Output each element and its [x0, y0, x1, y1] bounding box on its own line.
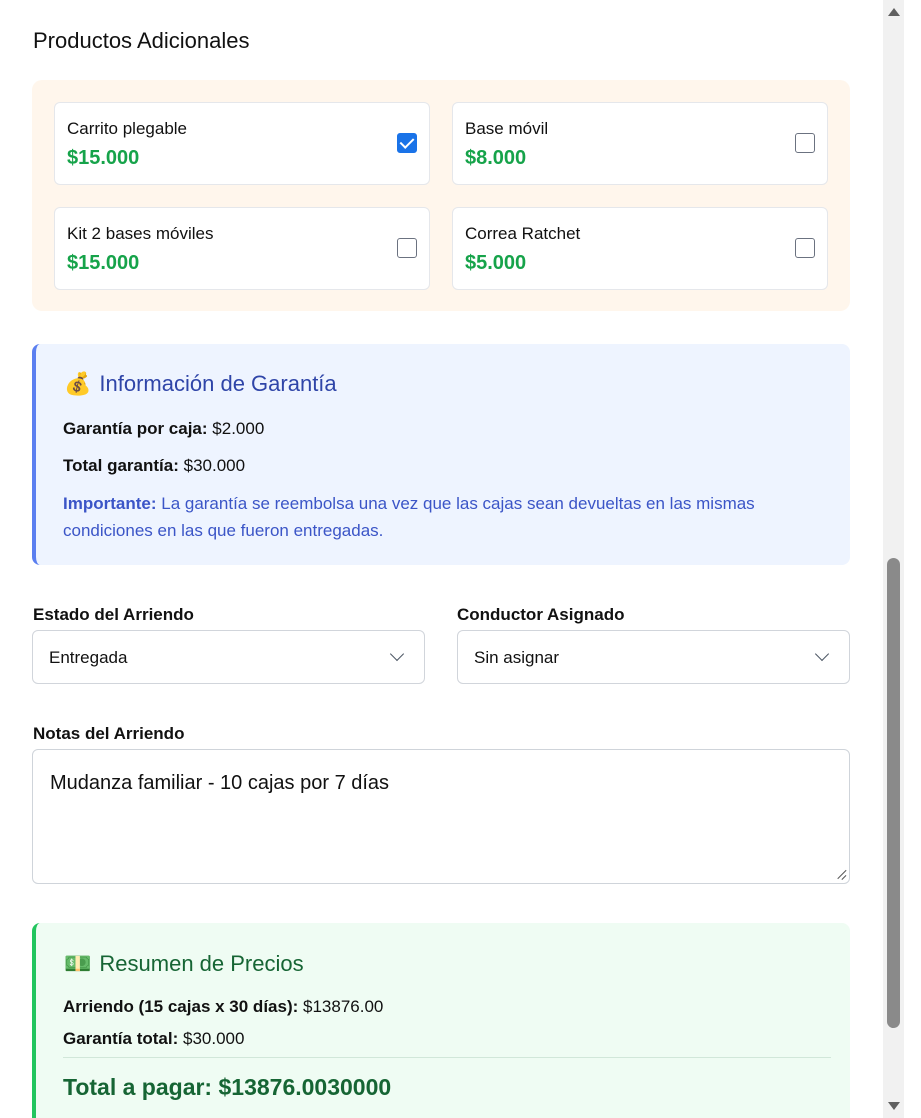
notes-textarea[interactable]: Mudanza familiar - 10 cajas por 7 días — [32, 749, 850, 884]
guarantee-title-text: Información de Garantía — [99, 371, 337, 396]
guarantee-per-box: Garantía por caja: $2.000 — [63, 419, 264, 439]
price-summary-box: 💵 Resumen de Precios Arriendo (15 cajas x… — [32, 923, 850, 1118]
summary-title: 💵 Resumen de Precios — [64, 951, 304, 977]
guarantee-note-label: Importante: — [63, 494, 157, 513]
notes-textarea-value: Mudanza familiar - 10 cajas por 7 días — [50, 772, 390, 794]
products-grid: Carrito plegable $15.000 Base móvil $8.0… — [32, 80, 850, 311]
product-name: Correa Ratchet — [465, 224, 581, 243]
scroll-up-arrow-icon[interactable] — [888, 8, 900, 16]
product-price: $15.000 — [67, 252, 140, 274]
driver-select-value: Sin asignar — [474, 648, 560, 667]
summary-title-text: Resumen de Precios — [99, 951, 304, 976]
product-card-base-movil[interactable]: Base móvil $8.000 — [452, 102, 828, 185]
summary-guarantee-label: Garantía total: — [63, 1029, 179, 1048]
chevron-down-icon — [814, 646, 830, 662]
summary-guarantee-line: Garantía total: $30.000 — [63, 1029, 244, 1049]
driver-label: Conductor Asignado — [457, 605, 625, 624]
guarantee-total: Total garantía: $30.000 — [63, 456, 245, 476]
status-label: Estado del Arriendo — [33, 605, 194, 624]
product-price: $8.000 — [465, 147, 527, 169]
guarantee-per-box-value: $2.000 — [212, 419, 265, 438]
product-checkbox-kit-2-bases[interactable] — [397, 238, 417, 258]
product-card-correa-ratchet[interactable]: Correa Ratchet $5.000 — [452, 207, 828, 290]
guarantee-title: 💰 Información de Garantía — [64, 371, 337, 397]
summary-rental-value: $13876.00 — [303, 997, 384, 1016]
guarantee-important-note: Importante: La garantía se reembolsa una… — [63, 490, 833, 544]
page-gutter — [904, 0, 921, 1118]
notes-label: Notas del Arriendo — [33, 724, 185, 743]
chevron-down-icon — [389, 646, 405, 662]
resize-grip-icon[interactable] — [834, 868, 846, 880]
summary-total-label: Total a pagar: — [63, 1074, 213, 1100]
product-card-kit-2-bases[interactable]: Kit 2 bases móviles $15.000 — [54, 207, 430, 290]
summary-total: Total a pagar: $13876.0030000 — [63, 1074, 391, 1101]
summary-rental-label: Arriendo (15 cajas x 30 días): — [63, 997, 299, 1016]
product-price: $15.000 — [67, 147, 140, 169]
guarantee-total-label: Total garantía: — [63, 456, 179, 475]
guarantee-note-text: La garantía se reembolsa una vez que las… — [63, 494, 755, 540]
scroll-down-arrow-icon[interactable] — [888, 1102, 900, 1110]
products-section-title: Productos Adicionales — [33, 28, 250, 53]
banknote-icon: 💵 — [64, 951, 92, 976]
summary-total-value: $13876.0030000 — [218, 1074, 392, 1100]
guarantee-total-value: $30.000 — [183, 456, 246, 475]
guarantee-info-box: 💰 Información de Garantía Garantía por ca… — [32, 344, 850, 565]
vertical-scrollbar[interactable] — [883, 0, 904, 1118]
summary-divider — [63, 1057, 831, 1058]
summary-guarantee-value: $30.000 — [182, 1029, 245, 1048]
guarantee-per-box-label: Garantía por caja: — [63, 419, 208, 438]
product-name: Kit 2 bases móviles — [67, 224, 214, 243]
product-checkbox-base-movil[interactable] — [795, 133, 815, 153]
scrollbar-thumb[interactable] — [887, 558, 900, 1028]
status-select-value: Entregada — [49, 648, 128, 667]
rental-form-modal: Productos Adicionales Carrito plegable $… — [0, 0, 883, 1118]
summary-rental-line: Arriendo (15 cajas x 30 días): $13876.00 — [63, 997, 383, 1017]
status-select[interactable]: Entregada — [32, 630, 425, 684]
money-bag-icon: 💰 — [64, 371, 92, 396]
product-checkbox-carrito-plegable[interactable] — [397, 133, 417, 153]
product-card-carrito-plegable[interactable]: Carrito plegable $15.000 — [54, 102, 430, 185]
product-name: Carrito plegable — [67, 119, 188, 138]
driver-select[interactable]: Sin asignar — [457, 630, 850, 684]
product-checkbox-correa-ratchet[interactable] — [795, 238, 815, 258]
product-name: Base móvil — [465, 119, 549, 138]
product-price: $5.000 — [465, 252, 527, 274]
